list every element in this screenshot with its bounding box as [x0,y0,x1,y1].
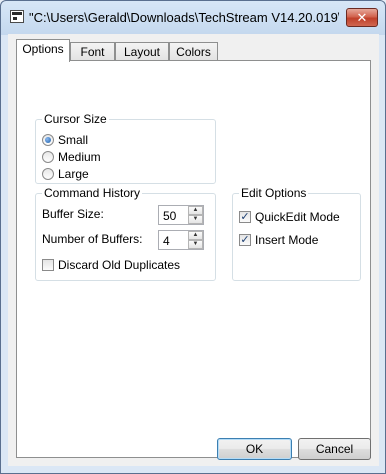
window-title: "C:\Users\Gerald\Downloads\TechStream V1… [29,10,339,25]
radio-button[interactable] [42,151,54,163]
tab-font[interactable]: Font [70,42,115,61]
checkmark-icon[interactable]: ✓ [239,211,251,223]
discard-duplicates-label: Discard Old Duplicates [58,258,181,272]
buffer-size-value[interactable]: 50 [163,209,176,223]
quickedit-mode-label: QuickEdit Mode [255,210,340,224]
cursor-size-group: Cursor Size Small Medium Large [35,112,216,184]
cancel-button[interactable]: Cancel [298,438,371,460]
close-button[interactable]: ✕ [346,8,378,27]
edit-options-group: Edit Options ✓ QuickEdit Mode ✓ Insert M… [232,186,361,281]
cursor-size-group-label: Cursor Size [42,112,109,126]
insert-mode-checkbox[interactable]: ✓ Insert Mode [239,232,318,248]
buffer-size-spin-buttons: ▲ ▼ [188,206,203,224]
spin-down-icon[interactable]: ▼ [188,215,203,224]
discard-duplicates-checkbox[interactable]: Discard Old Duplicates [42,257,180,273]
options-tab-panel: Cursor Size Small Medium Large Command H… [16,60,371,458]
edit-options-group-label: Edit Options [239,186,309,200]
buffer-size-stepper[interactable]: 50 ▲ ▼ [158,205,204,225]
radio-button[interactable] [42,134,54,146]
cursor-medium-label: Medium [58,150,101,164]
properties-dialog: "C:\Users\Gerald\Downloads\TechStream V1… [0,0,386,474]
tab-colors[interactable]: Colors [169,42,218,61]
cursor-medium-radio[interactable]: Medium [42,149,101,165]
number-of-buffers-label: Number of Buffers: [42,232,143,246]
spin-down-icon[interactable]: ▼ [188,240,203,249]
title-bar[interactable]: "C:\Users\Gerald\Downloads\TechStream V1… [1,1,385,35]
radio-button[interactable] [42,168,54,180]
command-history-group-label: Command History [42,186,143,200]
quickedit-mode-checkbox[interactable]: ✓ QuickEdit Mode [239,209,340,225]
tab-options[interactable]: Options [16,39,70,62]
number-of-buffers-stepper[interactable]: 4 ▲ ▼ [158,230,204,250]
tab-layout[interactable]: Layout [115,42,169,61]
cursor-large-label: Large [58,167,89,181]
checkmark-icon[interactable]: ✓ [239,234,251,246]
spin-up-icon[interactable]: ▲ [188,231,203,240]
command-history-group: Command History Buffer Size: 50 ▲ ▼ Numb… [35,186,216,281]
buffer-size-label: Buffer Size: [42,207,104,221]
insert-mode-label: Insert Mode [255,233,319,247]
dialog-client-area: Options Font Layout Colors Cursor Size S… [8,34,379,466]
spin-up-icon[interactable]: ▲ [188,206,203,215]
cursor-large-radio[interactable]: Large [42,166,89,182]
number-of-buffers-value[interactable]: 4 [163,234,170,248]
cursor-small-radio[interactable]: Small [42,132,88,148]
checkbox[interactable] [42,259,54,271]
cursor-small-label: Small [58,133,89,147]
console-app-icon[interactable] [10,10,24,23]
number-of-buffers-spin-buttons: ▲ ▼ [188,231,203,249]
ok-button[interactable]: OK [217,438,292,460]
